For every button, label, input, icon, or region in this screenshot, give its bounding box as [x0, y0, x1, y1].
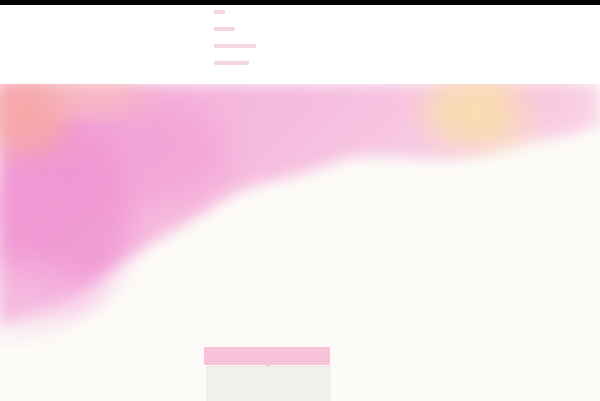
- nav-item-3[interactable]: [214, 44, 256, 48]
- nav-item-4[interactable]: [214, 61, 249, 65]
- pink-blot-right: [505, 84, 585, 126]
- cta-panel: [206, 366, 331, 401]
- nav-item-2[interactable]: [214, 27, 235, 31]
- nav-item-1[interactable]: [214, 10, 225, 14]
- pink-blot: [50, 104, 230, 204]
- site-header: [0, 5, 600, 85]
